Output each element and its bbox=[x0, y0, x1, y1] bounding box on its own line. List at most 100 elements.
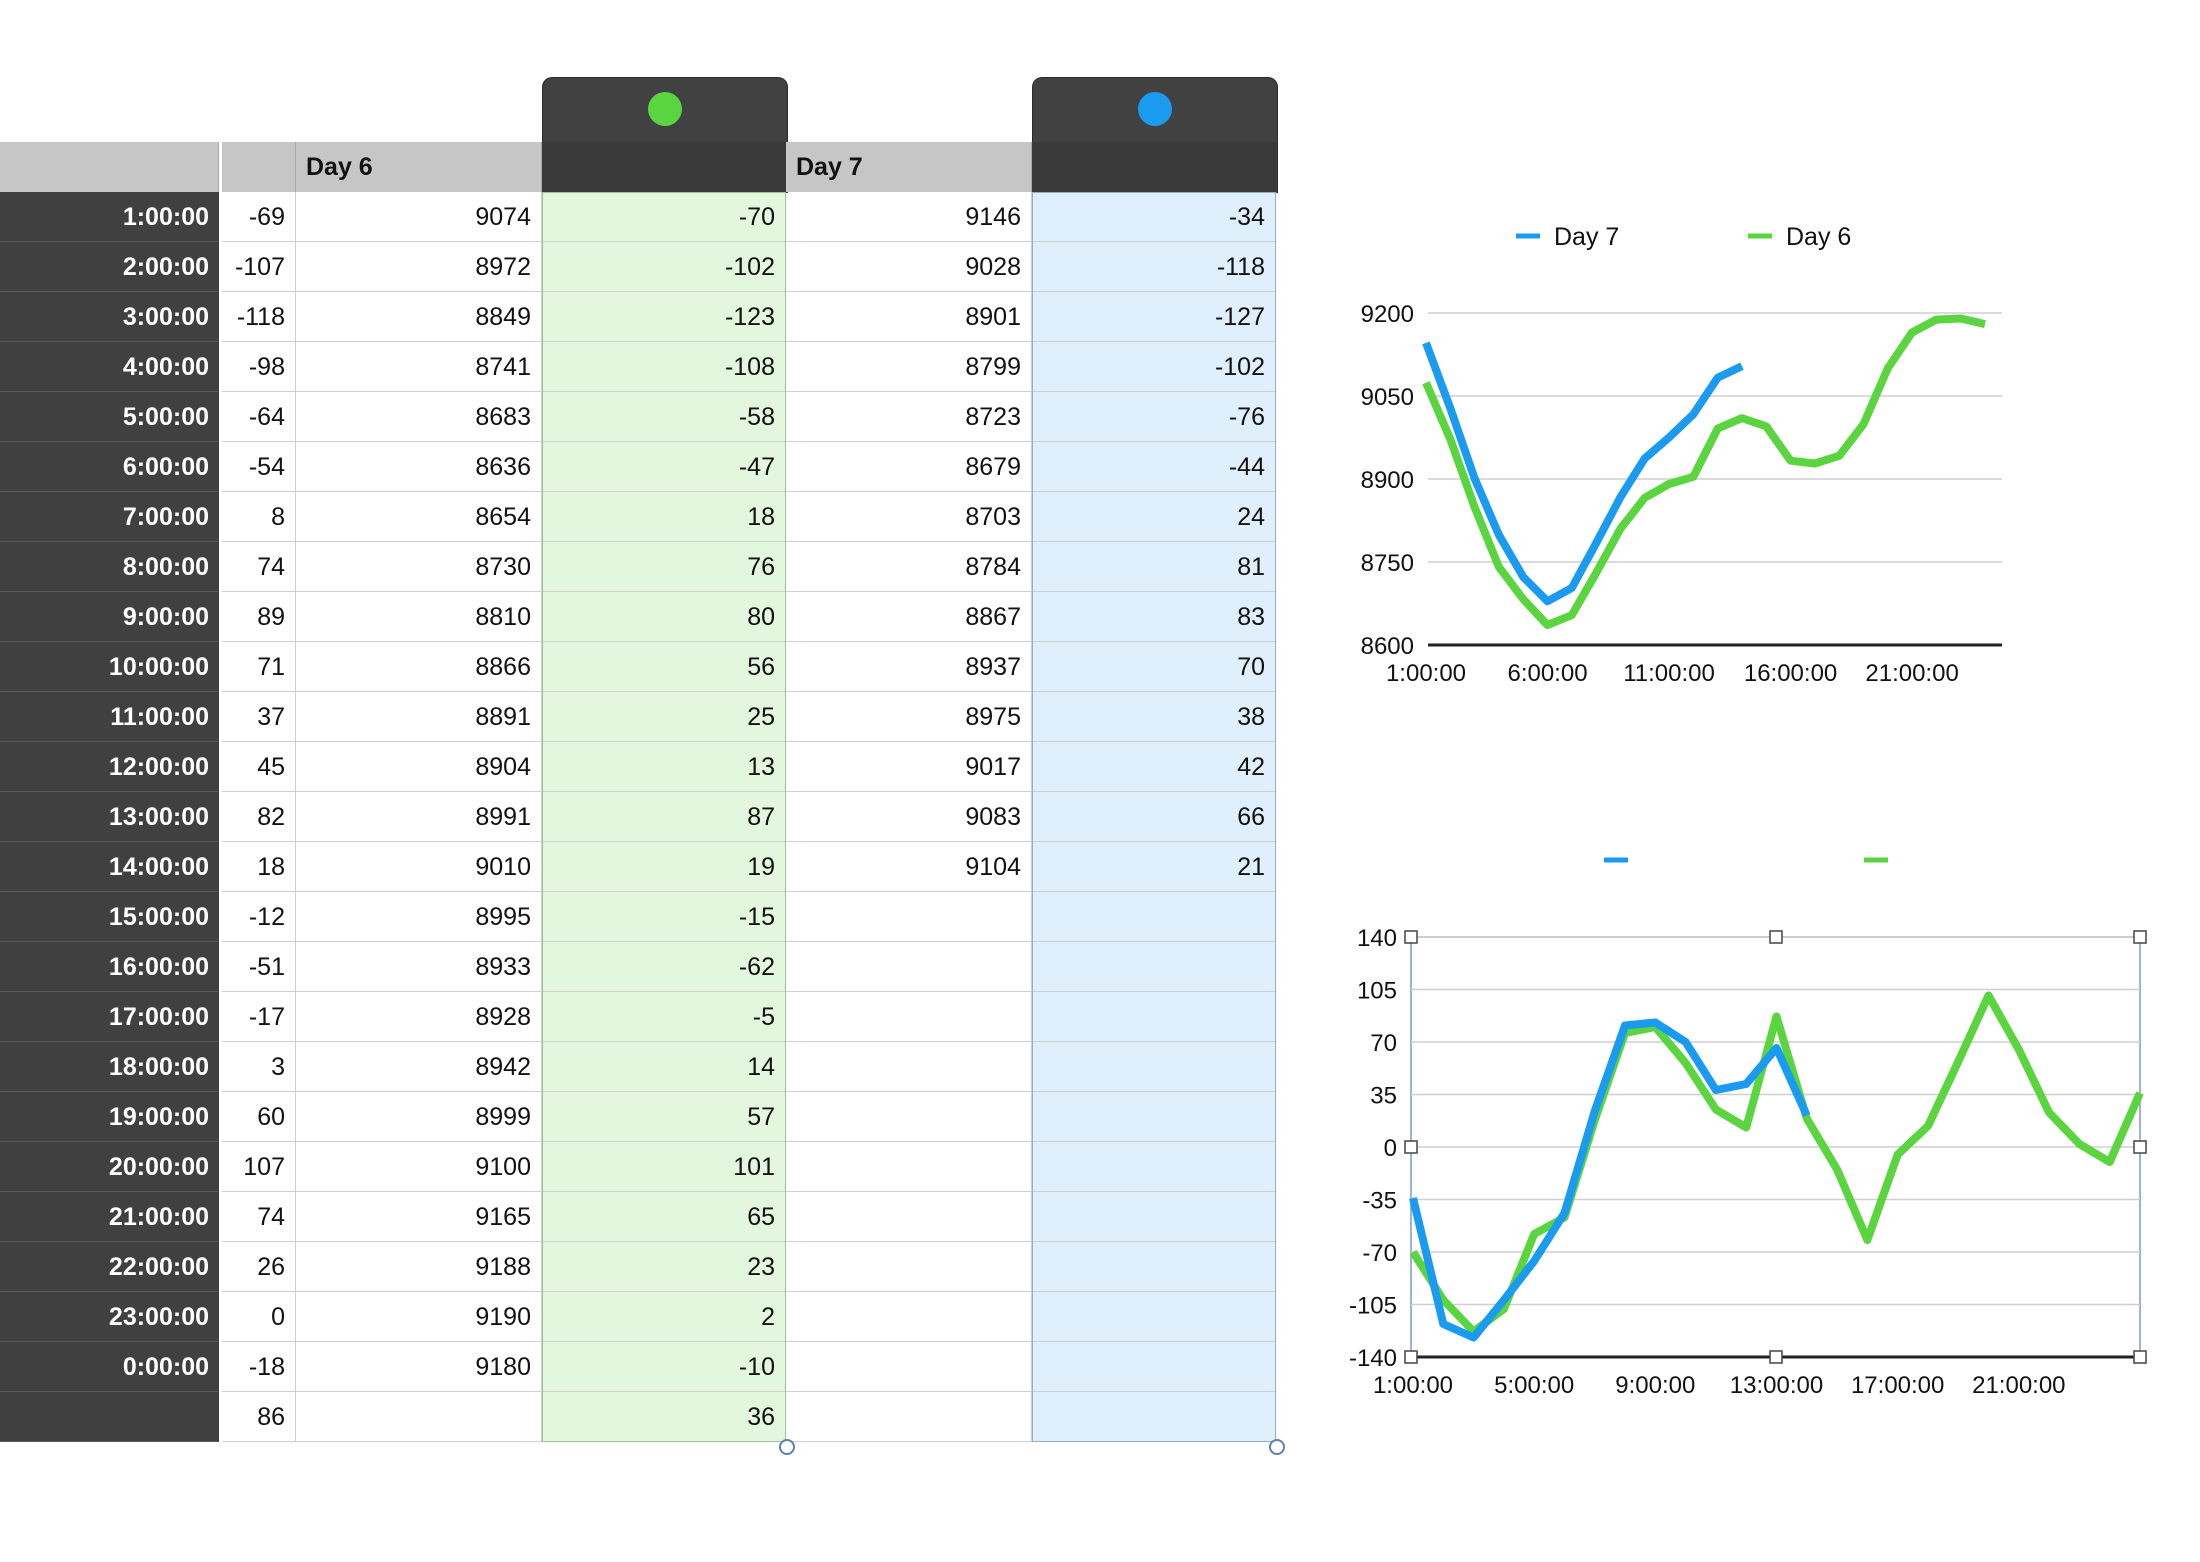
table-cell-g[interactable]: 101 bbox=[542, 1142, 786, 1192]
table-cell-b[interactable] bbox=[1032, 1242, 1276, 1292]
table-cell-g[interactable]: 57 bbox=[542, 1092, 786, 1142]
table-cell-d6[interactable]: 8972 bbox=[296, 242, 542, 292]
row-label[interactable]: 5:00:00 bbox=[0, 392, 219, 442]
table-cell-g[interactable]: -123 bbox=[542, 292, 786, 342]
table-cell-g[interactable]: -47 bbox=[542, 442, 786, 492]
table-cell-b[interactable]: -102 bbox=[1032, 342, 1276, 392]
table-cell-d7[interactable] bbox=[786, 1042, 1032, 1092]
table-cell-b[interactable]: -76 bbox=[1032, 392, 1276, 442]
table-selection-handle-right[interactable] bbox=[1269, 1439, 1285, 1455]
table-cell-d6[interactable]: 8933 bbox=[296, 942, 542, 992]
table-cell-b[interactable]: -127 bbox=[1032, 292, 1276, 342]
table-cell-d6[interactable]: 9165 bbox=[296, 1192, 542, 1242]
table-cell-d7[interactable]: 8937 bbox=[786, 642, 1032, 692]
table-cell-g[interactable]: 13 bbox=[542, 742, 786, 792]
table-cell-g[interactable]: 36 bbox=[542, 1392, 786, 1442]
table-cell-b[interactable]: 83 bbox=[1032, 592, 1276, 642]
table-cell-g[interactable]: -5 bbox=[542, 992, 786, 1042]
table-cell-a[interactable]: 26 bbox=[222, 1242, 296, 1292]
table-cell-d6[interactable]: 9100 bbox=[296, 1142, 542, 1192]
table-cell-g[interactable]: -10 bbox=[542, 1342, 786, 1392]
row-label[interactable]: 3:00:00 bbox=[0, 292, 219, 342]
table-cell-d6[interactable]: 8741 bbox=[296, 342, 542, 392]
table-cell-a[interactable]: -51 bbox=[222, 942, 296, 992]
chart-resize-handle[interactable] bbox=[2133, 1140, 2147, 1154]
table-cell-d7[interactable] bbox=[786, 1292, 1032, 1342]
table-cell-a[interactable]: -69 bbox=[222, 192, 296, 242]
row-label[interactable]: 14:00:00 bbox=[0, 842, 219, 892]
table-cell-d6[interactable]: 8991 bbox=[296, 792, 542, 842]
table-cell-a[interactable]: -17 bbox=[222, 992, 296, 1042]
row-label[interactable]: 12:00:00 bbox=[0, 742, 219, 792]
row-label[interactable]: 8:00:00 bbox=[0, 542, 219, 592]
table-cell-d7[interactable]: 9104 bbox=[786, 842, 1032, 892]
series-line-day-6[interactable] bbox=[1422, 314, 1986, 630]
table-cell-a[interactable]: 0 bbox=[222, 1292, 296, 1342]
table-cell-d7[interactable] bbox=[786, 992, 1032, 1042]
table-cell-d6[interactable]: 8636 bbox=[296, 442, 542, 492]
table-cell-a[interactable]: 74 bbox=[222, 542, 296, 592]
table-cell-g[interactable]: 56 bbox=[542, 642, 786, 692]
table-cell-a[interactable]: 71 bbox=[222, 642, 296, 692]
table-cell-a[interactable]: 18 bbox=[222, 842, 296, 892]
table-cell-d6[interactable]: 9180 bbox=[296, 1342, 542, 1392]
table-cell-d6[interactable]: 9010 bbox=[296, 842, 542, 892]
chart-resize-handle[interactable] bbox=[1404, 1350, 1418, 1364]
table-cell-d6[interactable]: 8995 bbox=[296, 892, 542, 942]
table-cell-d6[interactable]: 9188 bbox=[296, 1242, 542, 1292]
table-cell-d6[interactable]: 8999 bbox=[296, 1092, 542, 1142]
chart-resize-handle[interactable] bbox=[1769, 930, 1783, 944]
table-cell-b[interactable] bbox=[1032, 1392, 1276, 1442]
table-cell-d6[interactable]: 8942 bbox=[296, 1042, 542, 1092]
row-label[interactable]: 19:00:00 bbox=[0, 1092, 219, 1142]
table-cell-g[interactable]: 80 bbox=[542, 592, 786, 642]
row-label[interactable]: 15:00:00 bbox=[0, 892, 219, 942]
table-cell-g[interactable]: -62 bbox=[542, 942, 786, 992]
table-cell-d7[interactable] bbox=[786, 1392, 1032, 1442]
row-label[interactable] bbox=[0, 1392, 219, 1442]
table-cell-a[interactable]: 89 bbox=[222, 592, 296, 642]
table-selection-handle-left[interactable] bbox=[779, 1439, 795, 1455]
row-label[interactable]: 17:00:00 bbox=[0, 992, 219, 1042]
table-cell-b[interactable] bbox=[1032, 1042, 1276, 1092]
row-label[interactable]: 18:00:00 bbox=[0, 1042, 219, 1092]
row-label[interactable]: 23:00:00 bbox=[0, 1292, 219, 1342]
table-cell-d7[interactable]: 8784 bbox=[786, 542, 1032, 592]
table-cell-g[interactable]: 87 bbox=[542, 792, 786, 842]
table-cell-b[interactable]: 70 bbox=[1032, 642, 1276, 692]
table-cell-a[interactable]: 107 bbox=[222, 1142, 296, 1192]
table-cell-d6[interactable]: 8928 bbox=[296, 992, 542, 1042]
table-cell-b[interactable] bbox=[1032, 1342, 1276, 1392]
table-cell-d7[interactable]: 9017 bbox=[786, 742, 1032, 792]
row-label[interactable]: 9:00:00 bbox=[0, 592, 219, 642]
table-cell-b[interactable] bbox=[1032, 992, 1276, 1042]
row-label[interactable]: 6:00:00 bbox=[0, 442, 219, 492]
table-cell-a[interactable]: 86 bbox=[222, 1392, 296, 1442]
table-cell-d7[interactable]: 8703 bbox=[786, 492, 1032, 542]
table-cell-b[interactable]: -118 bbox=[1032, 242, 1276, 292]
table-cell-b[interactable] bbox=[1032, 942, 1276, 992]
table-cell-b[interactable]: 21 bbox=[1032, 842, 1276, 892]
table-cell-d7[interactable]: 8679 bbox=[786, 442, 1032, 492]
table-cell-d6[interactable]: 9190 bbox=[296, 1292, 542, 1342]
series-line-1a9bf0[interactable] bbox=[1409, 1018, 1811, 1342]
table-cell-d7[interactable] bbox=[786, 942, 1032, 992]
table-cell-b[interactable] bbox=[1032, 1292, 1276, 1342]
table-cell-b[interactable]: -44 bbox=[1032, 442, 1276, 492]
table-cell-b[interactable]: 38 bbox=[1032, 692, 1276, 742]
table-cell-g[interactable]: 25 bbox=[542, 692, 786, 742]
bottom-line-chart[interactable]: -140 -105 -70 -35 0 35 70 105 140 1:00:00 5:00:00 9… bbox=[1320, 830, 2180, 1410]
row-label[interactable]: 11:00:00 bbox=[0, 692, 219, 742]
row-label[interactable]: 0:00:00 bbox=[0, 1342, 219, 1392]
table-cell-d7[interactable]: 9083 bbox=[786, 792, 1032, 842]
table-cell-d7[interactable] bbox=[786, 1242, 1032, 1292]
table-cell-d7[interactable]: 8975 bbox=[786, 692, 1032, 742]
row-label[interactable]: 13:00:00 bbox=[0, 792, 219, 842]
table-cell-a[interactable]: -107 bbox=[222, 242, 296, 292]
table-cell-g[interactable]: 23 bbox=[542, 1242, 786, 1292]
table-cell-d6[interactable]: 8904 bbox=[296, 742, 542, 792]
table-cell-a[interactable]: -118 bbox=[222, 292, 296, 342]
table-cell-d6[interactable]: 8891 bbox=[296, 692, 542, 742]
table-cell-d7[interactable]: 9146 bbox=[786, 192, 1032, 242]
chart-resize-handle[interactable] bbox=[1404, 1140, 1418, 1154]
